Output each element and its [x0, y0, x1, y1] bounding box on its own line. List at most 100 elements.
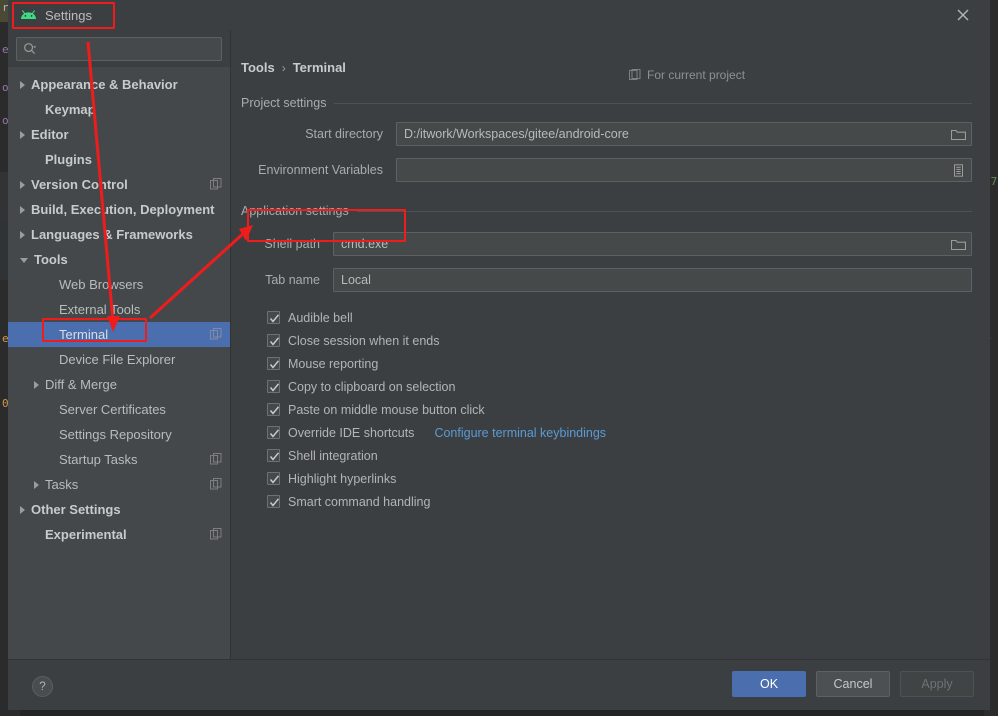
sidebar-item-device-file-explorer[interactable]: Device File Explorer: [8, 347, 230, 372]
ok-button[interactable]: OK: [732, 671, 806, 697]
chevron-right-icon[interactable]: [20, 80, 25, 89]
checkbox-mouse-reporting[interactable]: [267, 357, 280, 370]
android-icon: [20, 9, 37, 21]
checkbox-row: Copy to clipboard on selection: [267, 375, 972, 398]
chevron-right-icon[interactable]: [20, 230, 25, 239]
sidebar-item-languages-frameworks[interactable]: Languages & Frameworks: [8, 222, 230, 247]
checkbox-label: Highlight hyperlinks: [288, 471, 397, 486]
chevron-right-icon[interactable]: [20, 505, 25, 514]
sidebar-item-label: Tasks: [45, 477, 79, 492]
checkbox-row: Paste on middle mouse button click: [267, 398, 972, 421]
shell-path-input[interactable]: [334, 237, 945, 251]
search-input[interactable]: [37, 42, 215, 56]
checkbox-label: Audible bell: [288, 310, 353, 325]
sidebar-item-label: Other Settings: [31, 502, 121, 517]
breadcrumb-parent[interactable]: Tools: [241, 60, 275, 75]
checkbox-label: Override IDE shortcuts: [288, 425, 415, 440]
checkbox-audible-bell[interactable]: [267, 311, 280, 324]
folder-icon[interactable]: [945, 123, 971, 145]
apply-button[interactable]: Apply: [900, 671, 974, 697]
checkbox-label: Paste on middle mouse button click: [288, 402, 485, 417]
environment-variables-input-wrapper[interactable]: [396, 158, 972, 182]
checkbox-copy-to-clipboard-on-selection[interactable]: [267, 380, 280, 393]
checkbox-row: Mouse reporting: [267, 352, 972, 375]
checkbox-row: Override IDE shortcuts Configure terminal…: [267, 421, 972, 444]
sidebar-item-web-browsers[interactable]: Web Browsers: [8, 272, 230, 297]
sidebar-item-label: Build, Execution, Deployment: [31, 202, 215, 217]
sidebar-item-label: Terminal: [59, 327, 109, 342]
sidebar-item-label: Server Certificates: [59, 402, 166, 417]
sidebar-item-server-certificates[interactable]: Server Certificates: [8, 397, 230, 422]
checkbox-paste-on-middle-mouse-button-click[interactable]: [267, 403, 280, 416]
help-button[interactable]: ?: [32, 676, 53, 697]
sidebar-item-other-settings[interactable]: Other Settings: [8, 497, 230, 522]
configure-terminal-keybindings-link[interactable]: Configure terminal keybindings: [434, 426, 606, 440]
sidebar-item-version-control[interactable]: Version Control: [8, 172, 230, 197]
checkbox-label: Copy to clipboard on selection: [288, 379, 456, 394]
terminal-options-list: Audible bell Close session when it ends Mo…: [241, 306, 972, 513]
sidebar-item-keymap[interactable]: Keymap: [8, 97, 230, 122]
sidebar-item-plugins[interactable]: Plugins: [8, 147, 230, 172]
sidebar-item-diff-merge[interactable]: Diff & Merge: [8, 372, 230, 397]
settings-tree[interactable]: Appearance & Behavior Keymap Editor Plugins…: [8, 67, 230, 659]
checkbox-override-ide-shortcuts[interactable]: [267, 426, 280, 439]
sidebar-item-label: Plugins: [45, 152, 92, 167]
sidebar-item-label: Experimental: [45, 527, 127, 542]
copy-settings-icon[interactable]: [210, 328, 222, 340]
list-icon[interactable]: [945, 159, 971, 181]
folder-icon[interactable]: [945, 233, 971, 255]
chevron-right-icon[interactable]: [20, 180, 25, 189]
sidebar-item-experimental[interactable]: Experimental: [8, 522, 230, 547]
chevron-right-icon[interactable]: [20, 130, 25, 139]
copy-settings-icon[interactable]: [210, 528, 222, 540]
environment-variables-label: Environment Variables: [258, 163, 383, 177]
tab-name-input-wrapper[interactable]: [333, 268, 972, 292]
sidebar-item-label: Tools: [34, 252, 68, 267]
dialog-title: Settings: [45, 7, 92, 23]
sidebar-item-external-tools[interactable]: External Tools: [8, 297, 230, 322]
dialog-body: Appearance & Behavior Keymap Editor Plugins…: [8, 30, 990, 659]
shell-path-input-wrapper[interactable]: [333, 232, 972, 256]
sidebar-item-label: External Tools: [59, 302, 141, 317]
sidebar-item-tasks[interactable]: Tasks: [8, 472, 230, 497]
chevron-down-icon[interactable]: [20, 258, 28, 263]
checkbox-smart-command-handling[interactable]: [267, 495, 280, 508]
shell-path-label: Shell path: [264, 237, 320, 251]
start-directory-input-wrapper[interactable]: [396, 122, 972, 146]
sidebar-item-appearance-behavior[interactable]: Appearance & Behavior: [8, 72, 230, 97]
chevron-right-icon[interactable]: [20, 205, 25, 214]
sidebar-item-editor[interactable]: Editor: [8, 122, 230, 147]
checkbox-label: Mouse reporting: [288, 356, 379, 371]
sidebar-item-label: Keymap: [45, 102, 96, 117]
sidebar-item-terminal[interactable]: Terminal: [8, 322, 230, 347]
environment-variables-row: Environment Variables: [241, 158, 972, 182]
sidebar-item-tools[interactable]: Tools: [8, 247, 230, 272]
dialog-title-group: Settings: [20, 4, 92, 26]
tab-name-input[interactable]: [334, 273, 971, 287]
copy-settings-icon[interactable]: [210, 178, 222, 190]
checkbox-row: Close session when it ends: [267, 329, 972, 352]
environment-variables-input[interactable]: [397, 163, 945, 177]
checkbox-close-session-when-it-ends[interactable]: [267, 334, 280, 347]
cancel-button[interactable]: Cancel: [816, 671, 890, 697]
application-settings-title: Application settings: [241, 204, 349, 218]
checkbox-shell-integration[interactable]: [267, 449, 280, 462]
checkbox-highlight-hyperlinks[interactable]: [267, 472, 280, 485]
dialog-footer: ? OK Cancel Apply: [8, 659, 990, 710]
chevron-right-icon[interactable]: [34, 380, 39, 389]
start-directory-input[interactable]: [397, 127, 945, 141]
settings-dialog: Settings Appearance & Behavior Keymap Ed…: [8, 0, 990, 710]
project-scope-icon: [629, 69, 641, 81]
copy-settings-icon[interactable]: [210, 478, 222, 490]
sidebar-item-label: Appearance & Behavior: [31, 77, 178, 92]
screen: r e o o e 0 /7 * * G A G: [0, 0, 998, 716]
chevron-right-icon[interactable]: [34, 480, 39, 489]
sidebar-item-build-execution-deployment[interactable]: Build, Execution, Deployment: [8, 197, 230, 222]
close-icon[interactable]: [954, 6, 972, 24]
sidebar-item-startup-tasks[interactable]: Startup Tasks: [8, 447, 230, 472]
sidebar-item-settings-repository[interactable]: Settings Repository: [8, 422, 230, 447]
sidebar-item-label: Startup Tasks: [59, 452, 138, 467]
start-directory-row: Start directory: [241, 122, 972, 146]
search-box[interactable]: [16, 37, 222, 61]
copy-settings-icon[interactable]: [210, 453, 222, 465]
